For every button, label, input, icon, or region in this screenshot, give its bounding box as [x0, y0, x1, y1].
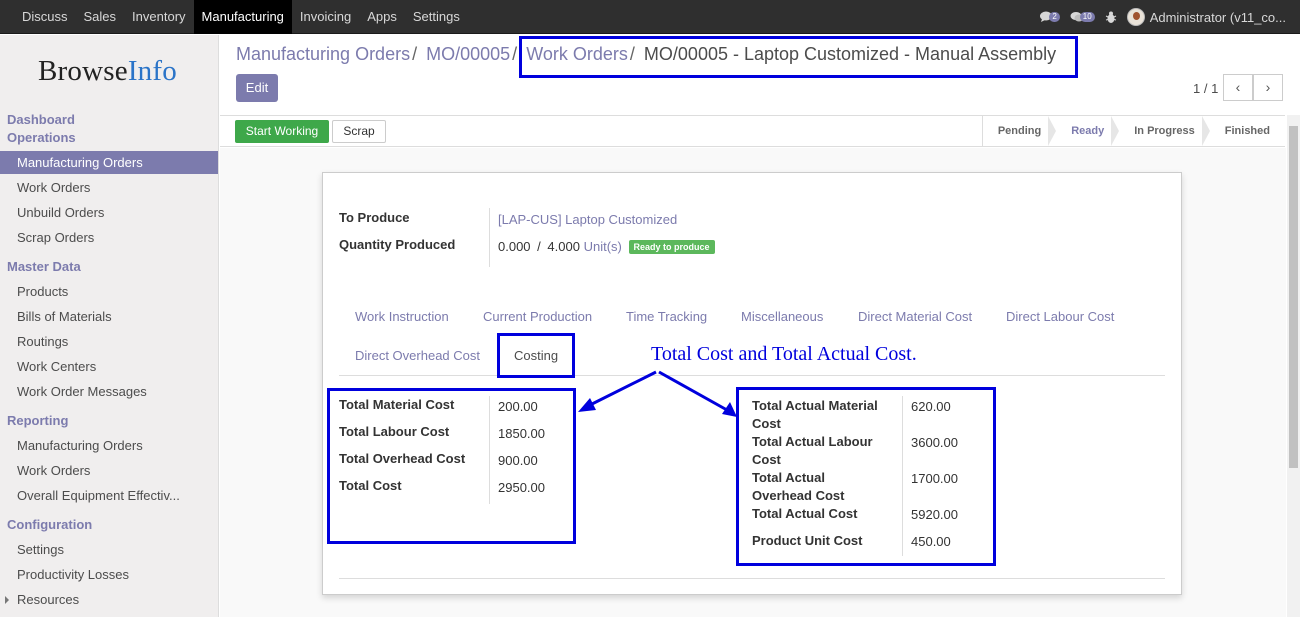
pager-value[interactable]: 1 / 1 — [1193, 81, 1218, 96]
bug-icon[interactable] — [1105, 11, 1117, 24]
avatar — [1126, 8, 1145, 26]
sidebar-item-settings[interactable]: Settings — [0, 538, 218, 561]
menu-manufacturing[interactable]: Manufacturing — [193, 0, 292, 34]
scrollbar-thumb[interactable] — [1289, 126, 1298, 468]
sidebar-section-dashboard[interactable]: Dashboard — [7, 112, 75, 127]
menu-settings[interactable]: Settings — [405, 0, 468, 34]
sidebar-item-products[interactable]: Products — [0, 280, 218, 303]
tab-time-tracking[interactable]: Time Tracking — [626, 309, 707, 324]
tab-current-production[interactable]: Current Production — [483, 309, 592, 324]
uom-link[interactable]: Unit(s) — [584, 239, 622, 254]
highlight-box-total-cost — [327, 388, 576, 544]
sidebar-item-manufacturing-orders[interactable]: Manufacturing Orders — [0, 151, 218, 174]
tab-direct-material-cost[interactable]: Direct Material Cost — [858, 309, 972, 324]
sheet-divider — [339, 578, 1165, 579]
top-navbar: Discuss Sales Inventory Manufacturing In… — [0, 0, 1300, 34]
systray: 2 10 Administrator (v11_co... — [1039, 0, 1286, 34]
scrap-button[interactable]: Scrap — [332, 120, 386, 143]
to-produce-label: To Produce — [339, 210, 410, 225]
sidebar-section-master-data[interactable]: Master Data — [7, 259, 81, 274]
tab-miscellaneous[interactable]: Miscellaneous — [741, 309, 823, 324]
sidebar-item-bills-of-materials[interactable]: Bills of Materials — [0, 305, 218, 328]
start-working-button[interactable]: Start Working — [235, 120, 329, 143]
breadcrumb-manufacturing-orders[interactable]: Manufacturing Orders — [236, 44, 410, 64]
app-menu: Discuss Sales Inventory Manufacturing In… — [14, 0, 468, 34]
stage-ready[interactable]: Ready — [1048, 116, 1119, 146]
sidebar-item-work-order-messages[interactable]: Work Order Messages — [0, 380, 218, 403]
to-produce-link[interactable]: [LAP-CUS] Laptop Customized — [498, 212, 677, 227]
sidebar-section-reporting[interactable]: Reporting — [7, 413, 68, 428]
user-menu[interactable]: Administrator (v11_co... — [1126, 8, 1286, 26]
tab-direct-labour-cost[interactable]: Direct Labour Cost — [1006, 309, 1114, 324]
stage-in-progress[interactable]: In Progress — [1111, 116, 1210, 146]
stage-finished[interactable]: Finished — [1201, 116, 1285, 146]
sidebar-item-work-centers[interactable]: Work Centers — [0, 355, 218, 378]
edit-button[interactable]: Edit — [236, 74, 278, 102]
chevron-right-icon: › — [1265, 79, 1271, 95]
qty-done: 0.000 — [498, 239, 531, 254]
annotation-text: Total Cost and Total Actual Cost. — [651, 343, 917, 365]
pager-next-button[interactable]: › — [1253, 74, 1283, 101]
sidebar-section-configuration[interactable]: Configuration — [7, 517, 92, 532]
menu-invoicing[interactable]: Invoicing — [292, 0, 359, 34]
activities-count: 10 — [1079, 12, 1095, 22]
tab-work-instruction[interactable]: Work Instruction — [355, 309, 449, 324]
quantity-produced-label: Quantity Produced — [339, 237, 456, 252]
tab-divider — [339, 375, 1165, 376]
user-name: Administrator (v11_co... — [1149, 9, 1286, 25]
sidebar: BrowseInfo Dashboard Operations Manufact… — [0, 35, 219, 617]
sidebar-item-unbuild-orders[interactable]: Unbuild Orders — [0, 201, 218, 224]
statusbar: Start Working Scrap Pending Ready In Pro… — [220, 115, 1285, 147]
highlight-box-costing-tab — [497, 333, 575, 378]
stage-bar: Pending Ready In Progress Finished — [981, 116, 1285, 146]
sidebar-section-operations[interactable]: Operations — [7, 130, 76, 145]
field-separator — [489, 208, 490, 267]
breadcrumb-mo[interactable]: MO/00005 — [426, 44, 510, 64]
sidebar-item-scrap-orders[interactable]: Scrap Orders — [0, 226, 218, 249]
highlight-box-breadcrumb — [519, 36, 1078, 78]
messages-count: 2 — [1049, 12, 1060, 22]
sidebar-item-work-orders[interactable]: Work Orders — [0, 176, 218, 199]
menu-sales[interactable]: Sales — [76, 0, 125, 34]
company-logo: BrowseInfo — [38, 55, 177, 87]
messages-button[interactable]: 2 — [1039, 11, 1060, 23]
highlight-box-total-actual-cost — [736, 387, 996, 566]
quantity-produced-value: 0.000 / 4.000 Unit(s) Ready to produce — [498, 239, 715, 254]
chevron-left-icon: ‹ — [1235, 79, 1241, 95]
sidebar-item-routings[interactable]: Routings — [0, 330, 218, 353]
sidebar-item-productivity-losses[interactable]: Productivity Losses — [0, 563, 218, 586]
sidebar-item-report-manufacturing-orders[interactable]: Manufacturing Orders — [0, 434, 218, 457]
stage-pending[interactable]: Pending — [983, 116, 1056, 146]
activities-button[interactable]: 10 — [1070, 11, 1095, 23]
tab-direct-overhead-cost[interactable]: Direct Overhead Cost — [355, 348, 480, 363]
qty-total: 4.000 — [547, 239, 580, 254]
sidebar-item-oee[interactable]: Overall Equipment Effectiv... — [0, 484, 218, 507]
sidebar-item-report-work-orders[interactable]: Work Orders — [0, 459, 218, 482]
sidebar-item-resources[interactable]: Resources — [0, 588, 218, 611]
status-badge: Ready to produce — [628, 240, 715, 254]
menu-inventory[interactable]: Inventory — [124, 0, 193, 34]
menu-discuss[interactable]: Discuss — [14, 0, 76, 34]
menu-apps[interactable]: Apps — [359, 0, 405, 34]
pager-previous-button[interactable]: ‹ — [1223, 74, 1253, 101]
